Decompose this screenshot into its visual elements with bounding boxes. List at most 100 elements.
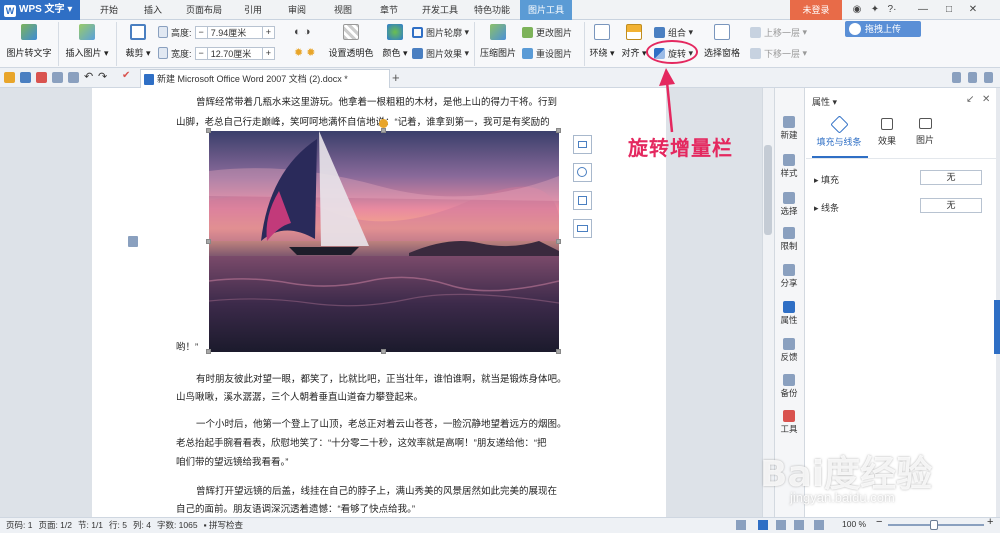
pdf-icon[interactable] <box>36 72 47 83</box>
brightness-icons[interactable]: ✹ ✹ <box>294 46 324 60</box>
print-icon[interactable] <box>52 72 63 83</box>
upload-button[interactable]: 拖拽上传 <box>845 21 921 37</box>
rail-item-properties[interactable]: 属性 <box>774 301 804 326</box>
rail-item-tools[interactable]: 工具 <box>774 410 804 435</box>
resize-handle-tr[interactable] <box>556 128 561 133</box>
width-stepper[interactable]: −12.70厘米 + <box>194 46 276 60</box>
undo-icon[interactable]: ↶ <box>84 70 93 83</box>
panel-pin-icon[interactable]: ↙ <box>966 94 974 105</box>
paragraph-layout-icon[interactable] <box>128 236 138 247</box>
tab-home[interactable]: 开始 <box>92 0 126 20</box>
rail-item-share[interactable]: 分享 <box>774 264 804 289</box>
new-tab-button[interactable]: + <box>392 70 400 85</box>
image-layout-tool[interactable] <box>573 135 592 154</box>
sailboat-sunset-photo[interactable] <box>209 131 559 352</box>
width-input[interactable]: 12.70厘米 <box>206 46 263 60</box>
zoom-slider-thumb[interactable] <box>930 520 938 530</box>
open-icon[interactable] <box>4 72 15 83</box>
rail-item-select[interactable]: 选择 <box>774 192 804 217</box>
tab-insert[interactable]: 插入 <box>136 0 170 20</box>
crop-tool[interactable] <box>573 191 592 210</box>
rail-item-backup[interactable]: 备份 <box>774 374 804 399</box>
crop-button[interactable]: 裁剪 ▾ <box>120 24 156 59</box>
rotation-handle-icon[interactable] <box>379 119 388 128</box>
tab-picture-tools[interactable]: 图片工具 <box>520 0 572 20</box>
line-value-dropdown[interactable]: 无 <box>920 198 982 213</box>
resize-handle-bl[interactable] <box>206 349 211 354</box>
image-outline-button[interactable]: 图片轮廓 ▾ <box>412 24 469 40</box>
rail-item-style[interactable]: 样式 <box>774 154 804 179</box>
outline-view-icon[interactable] <box>794 520 804 530</box>
fill-section-toggle[interactable]: ▸ 填充 <box>814 173 839 186</box>
resize-handle-br[interactable] <box>556 349 561 354</box>
compress-image-button[interactable]: 压缩图片 <box>478 24 518 59</box>
doc-grid-icon[interactable] <box>968 72 977 83</box>
doc-list-icon[interactable] <box>952 72 961 83</box>
zoom-out-icon[interactable]: − <box>876 516 882 528</box>
scrollbar-thumb[interactable] <box>764 145 772 235</box>
set-transparent-button[interactable]: 设置透明色 <box>326 24 376 59</box>
color-button[interactable]: 颜色 ▾ <box>378 24 412 59</box>
redo-icon[interactable]: ↷ <box>98 70 107 83</box>
height-decrement[interactable]: − <box>196 27 207 37</box>
tab-page-layout[interactable]: 页面布局 <box>180 0 228 20</box>
help-button[interactable]: ?· <box>880 0 904 20</box>
border-tool[interactable] <box>573 219 592 238</box>
height-stepper[interactable]: −7.94厘米 + <box>194 25 276 39</box>
fill-value-dropdown[interactable]: 无 <box>920 170 982 185</box>
align-button[interactable]: 对齐 ▾ <box>620 24 648 59</box>
format-painter-icon[interactable]: ✔ <box>122 70 130 81</box>
login-button[interactable]: 未登录 <box>790 0 842 20</box>
tab-view[interactable]: 视图 <box>326 0 360 20</box>
page-view-icon[interactable] <box>758 520 768 530</box>
zoom-tool[interactable] <box>573 163 592 182</box>
panel-tab-picture[interactable]: 图片 <box>908 118 942 146</box>
reset-image-button[interactable]: 重设图片 <box>522 45 572 61</box>
tab-review[interactable]: 审阅 <box>280 0 314 20</box>
save-icon[interactable] <box>20 72 31 83</box>
web-view-icon[interactable] <box>776 520 786 530</box>
panel-close-icon[interactable]: ✕ <box>982 94 990 105</box>
minimize-button[interactable]: — <box>912 0 934 20</box>
rail-item-restrict[interactable]: 限制 <box>774 227 804 252</box>
insert-image-button[interactable]: 插入图片 ▾ <box>64 24 110 59</box>
zoom-in-icon[interactable]: + <box>987 516 993 528</box>
preview-icon[interactable] <box>68 72 79 83</box>
group-button[interactable]: 组合 ▾ <box>654 24 693 40</box>
panel-title[interactable]: 属性 ▾ <box>812 95 837 108</box>
height-increment[interactable]: + <box>263 27 274 37</box>
height-input[interactable]: 7.94厘米 <box>206 25 263 39</box>
image-to-text-button[interactable]: 图片转文字 <box>6 24 52 59</box>
document-tab[interactable]: 新建 Microsoft Office Word 2007 文档 (2).doc… <box>140 69 390 88</box>
close-button[interactable]: ✕ <box>962 0 984 20</box>
panel-tab-fill-line[interactable]: 填充与线条 <box>810 115 868 148</box>
tab-special[interactable]: 特色功能 <box>468 0 516 20</box>
doc-menu-icon[interactable] <box>984 72 993 83</box>
change-image-button[interactable]: 更改图片 <box>522 24 572 40</box>
spell-check-toggle[interactable]: ▪ 拼写检查 <box>204 519 243 531</box>
tab-chapter[interactable]: 章节 <box>372 0 406 20</box>
width-decrement[interactable]: − <box>196 48 207 58</box>
zoom-level[interactable]: 100 % <box>842 519 866 529</box>
send-backward-button[interactable]: 下移一层 ▾ <box>750 45 807 61</box>
app-menu-button[interactable]: W WPS 文字 ▾ <box>0 0 80 20</box>
wrap-button[interactable]: 环绕 ▾ <box>588 24 616 59</box>
resize-handle-b[interactable] <box>381 349 386 354</box>
selection-pane-button[interactable]: 选择窗格 <box>702 24 742 59</box>
reading-view-icon[interactable] <box>814 520 824 530</box>
maximize-button[interactable]: □ <box>938 0 960 20</box>
tab-references[interactable]: 引用 <box>236 0 270 20</box>
width-increment[interactable]: + <box>263 48 274 58</box>
rail-item-new[interactable]: 新建 <box>774 116 804 141</box>
contrast-icons[interactable]: ◐ ◑ <box>294 26 324 40</box>
rail-item-feedback[interactable]: 反馈 <box>774 338 804 363</box>
resize-handle-r[interactable] <box>556 239 561 244</box>
panel-tab-effect[interactable]: 效果 <box>870 118 904 147</box>
image-effect-button[interactable]: 图片效果 ▾ <box>412 45 469 61</box>
line-section-toggle[interactable]: ▸ 线条 <box>814 201 839 214</box>
resize-handle-t[interactable] <box>381 128 386 133</box>
resize-handle-tl[interactable] <box>206 128 211 133</box>
tab-developer[interactable]: 开发工具 <box>416 0 464 20</box>
resize-handle-l[interactable] <box>206 239 211 244</box>
fullscreen-icon[interactable] <box>736 520 746 530</box>
